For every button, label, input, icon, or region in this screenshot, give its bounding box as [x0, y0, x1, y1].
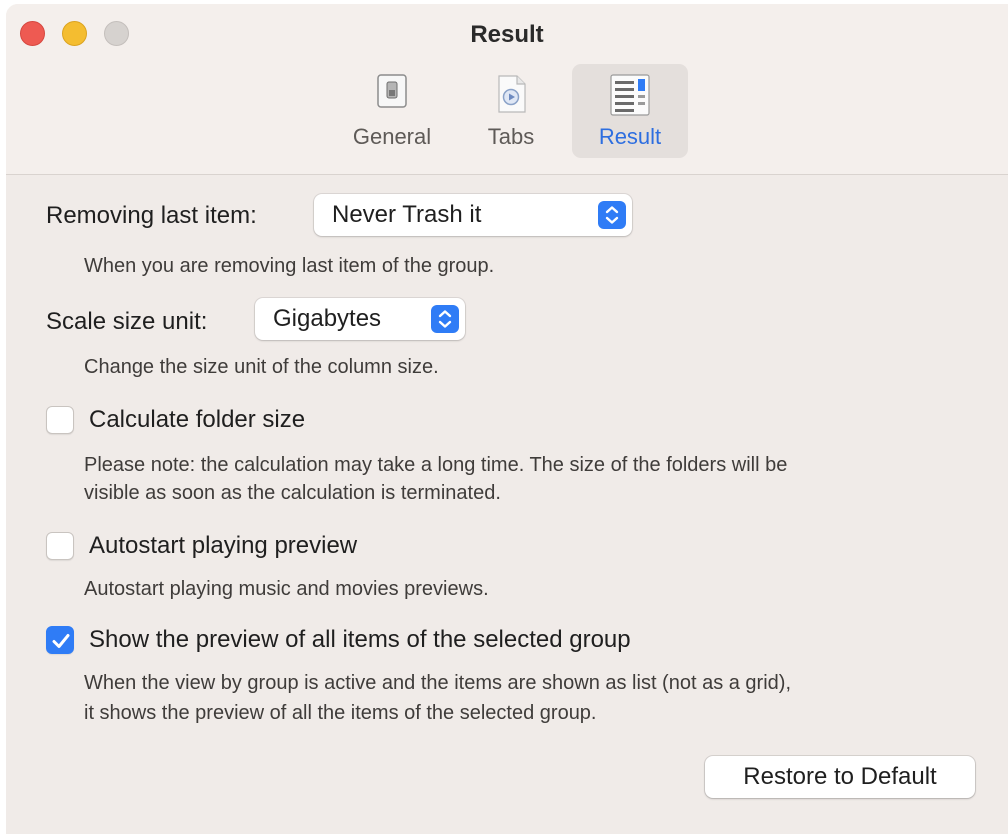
tab-tabs[interactable]: Tabs: [469, 64, 553, 158]
show-preview-all-checkbox[interactable]: [46, 626, 74, 654]
document-play-icon: [495, 74, 527, 119]
autostart-preview-checkbox[interactable]: [46, 532, 74, 560]
autostart-preview-help: Autostart playing music and movies previ…: [84, 578, 489, 600]
calculate-folder-size-help-line2: visible as soon as the calculation is te…: [84, 482, 501, 504]
autostart-preview-label[interactable]: Autostart playing preview: [89, 532, 357, 560]
removing-last-item-help: When you are removing last item of the g…: [84, 255, 495, 277]
calculate-folder-size-label[interactable]: Calculate folder size: [89, 406, 305, 434]
checkmark-icon: [52, 634, 70, 648]
scale-size-unit-popup[interactable]: Gigabytes: [255, 298, 465, 340]
tab-result-label: Result: [598, 124, 662, 149]
calculate-folder-size-checkbox[interactable]: [46, 406, 74, 434]
removing-last-item-value: Never Trash it: [332, 201, 482, 228]
tab-general[interactable]: General: [342, 64, 442, 158]
tab-general-label: General: [352, 124, 432, 149]
preferences-window: Result General Tabs Result Removing last…: [6, 4, 1008, 834]
calculate-folder-size-help-line1: Please note: the calculation may take a …: [84, 454, 788, 476]
removing-last-item-popup[interactable]: Never Trash it: [314, 194, 632, 236]
window-title: Result: [470, 21, 544, 48]
tab-tabs-label: Tabs: [487, 124, 535, 149]
scale-size-unit-help: Change the size unit of the column size.: [84, 356, 439, 378]
tab-result[interactable]: Result: [572, 64, 688, 158]
switch-icon: [377, 74, 407, 113]
show-preview-all-help-line2: it shows the preview of all the items of…: [84, 702, 597, 724]
scale-size-unit-value: Gigabytes: [273, 305, 382, 332]
chevron-up-down-icon: [598, 201, 626, 229]
removing-last-item-label: Removing last item:: [46, 202, 257, 229]
restore-to-default-button[interactable]: Restore to Default: [705, 756, 975, 798]
show-preview-all-help-line1: When the view by group is active and the…: [84, 672, 792, 694]
scale-size-unit-label: Scale size unit:: [46, 308, 208, 335]
chevron-up-down-icon: [431, 305, 459, 333]
titlebar-toolbar: Result General Tabs Result: [6, 4, 1008, 175]
list-view-icon: [610, 74, 650, 121]
show-preview-all-label[interactable]: Show the preview of all items of the sel…: [89, 626, 631, 654]
